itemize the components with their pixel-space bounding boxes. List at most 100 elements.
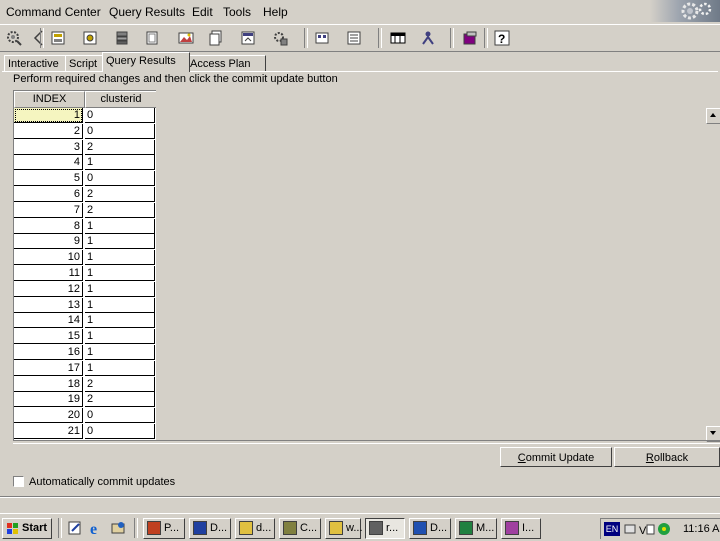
cell-index[interactable]: 10 (14, 250, 83, 266)
tab-query-results[interactable]: Query Results (102, 52, 190, 72)
cell-index[interactable]: 11 (14, 266, 83, 281)
speaker-icon[interactable] (657, 522, 671, 536)
taskbar-button[interactable]: D... (189, 518, 231, 539)
taskbar-button[interactable]: D... (409, 518, 451, 539)
cell-index[interactable]: 19 (14, 392, 83, 408)
cell-clusterid[interactable]: 0 (85, 408, 155, 424)
table-row[interactable]: 12 1 (14, 281, 156, 298)
cell-index[interactable]: 17 (14, 360, 83, 376)
cell-clusterid[interactable]: 2 (85, 392, 155, 408)
cell-clusterid[interactable]: 2 (85, 187, 155, 202)
cell-clusterid[interactable]: 1 (85, 281, 155, 297)
cell-clusterid[interactable]: 1 (85, 329, 155, 345)
taskbar-button[interactable]: r... (365, 518, 405, 539)
dev-center-icon[interactable] (206, 28, 226, 48)
menu-help[interactable]: Help (263, 5, 288, 19)
cell-clusterid[interactable]: 1 (85, 360, 155, 376)
edit-quicklaunch-icon[interactable] (67, 520, 83, 536)
table-row[interactable]: 17 1 (14, 360, 156, 377)
table-row[interactable]: 10 1 (14, 250, 156, 266)
table-row[interactable]: 20 (14, 123, 156, 140)
cell-index[interactable]: 16 (14, 345, 83, 360)
column-header-clusterid[interactable]: clusterid (85, 91, 156, 108)
taskbar-button[interactable]: I... (501, 518, 541, 539)
taskbar-button[interactable]: P... (143, 518, 185, 539)
command-center-icon[interactable] (48, 28, 68, 48)
column-header-index[interactable]: INDEX (14, 91, 85, 108)
taskbar-button[interactable]: M... (455, 518, 497, 539)
network-icon[interactable] (623, 522, 637, 536)
table-row[interactable]: 15 1 (14, 329, 156, 345)
table-row[interactable]: 81 (14, 218, 156, 235)
taskbar-clock[interactable]: 11:16 AM (683, 523, 720, 535)
cell-clusterid[interactable]: 1 (85, 297, 155, 313)
replication-center-icon[interactable] (344, 28, 364, 48)
back-arrow-icon[interactable] (28, 28, 48, 48)
table-row[interactable]: 14 1 (14, 313, 156, 329)
cell-clusterid[interactable]: 1 (85, 218, 155, 234)
help-icon[interactable]: ? (492, 28, 512, 48)
satellite-admin-icon[interactable] (388, 28, 408, 48)
internet-explorer-icon[interactable]: e (89, 520, 105, 538)
table-row[interactable]: 72 (14, 202, 156, 219)
table-row[interactable]: 18 2 (14, 376, 156, 393)
table-row[interactable]: 21 0 (14, 424, 156, 440)
cell-index[interactable]: 9 (14, 234, 83, 250)
cell-clusterid[interactable]: 0 (85, 171, 155, 187)
script-center-icon[interactable] (80, 28, 100, 48)
commit-update-button[interactable]: Commit Update (500, 447, 612, 467)
cell-clusterid[interactable]: 1 (85, 345, 155, 360)
taskbar-button[interactable]: w... (325, 518, 363, 539)
cell-index[interactable]: 7 (14, 202, 83, 218)
table-row[interactable]: 16 1 (14, 345, 156, 361)
table-row[interactable]: 50 (14, 171, 156, 187)
contacts-icon[interactable] (418, 28, 438, 48)
tab-access-plan[interactable]: Access Plan (186, 55, 266, 72)
license-center-icon[interactable] (176, 28, 196, 48)
rollback-button[interactable]: Rollback (614, 447, 720, 467)
cell-clusterid[interactable]: 1 (85, 155, 155, 171)
taskbar-button[interactable]: C... (279, 518, 321, 539)
tab-interactive[interactable]: Interactive (4, 55, 68, 72)
cell-clusterid[interactable]: 0 (85, 123, 155, 139)
cell-index[interactable]: 15 (14, 329, 83, 345)
help-book-icon[interactable] (460, 28, 480, 48)
results-grid[interactable]: INDEX clusterid 1 0 2 0 3 2 4 1 5 0 6 2 7 2 8 1 9 1 10 1 11 1… (13, 90, 156, 441)
cell-clusterid[interactable]: 0 (85, 108, 155, 123)
menu-tools[interactable]: Tools (223, 5, 251, 19)
volume-tray-icon[interactable]: V (639, 522, 655, 536)
cell-index[interactable]: 1 (14, 108, 83, 123)
task-center-icon[interactable] (270, 28, 290, 48)
cell-index[interactable]: 6 (14, 187, 83, 202)
cell-index[interactable]: 14 (14, 313, 83, 329)
autocommit-checkbox[interactable] (13, 476, 24, 487)
scroll-up-button[interactable] (706, 108, 720, 124)
cell-clusterid[interactable]: 1 (85, 313, 155, 329)
cell-clusterid[interactable]: 2 (85, 139, 155, 155)
table-row[interactable]: 62 (14, 187, 156, 203)
language-indicator[interactable]: EN (604, 522, 620, 536)
menu-query-results[interactable]: Query Results (109, 5, 185, 19)
alert-center-icon[interactable] (142, 28, 162, 48)
tab-script[interactable]: Script (65, 55, 106, 72)
cell-clusterid[interactable]: 1 (85, 234, 155, 250)
table-row[interactable]: 10 (14, 108, 156, 124)
tools-settings-icon[interactable] (238, 28, 258, 48)
cell-clusterid[interactable]: 1 (85, 250, 155, 266)
table-row[interactable]: 41 (14, 155, 156, 171)
outlook-quicklaunch-icon[interactable] (110, 520, 126, 536)
table-row[interactable]: 13 1 (14, 297, 156, 314)
cell-index[interactable]: 12 (14, 281, 83, 297)
cell-clusterid[interactable]: 0 (85, 424, 155, 439)
menu-edit[interactable]: Edit (192, 5, 213, 19)
cell-index[interactable]: 2 (14, 123, 83, 139)
table-row[interactable]: 32 (14, 139, 156, 156)
menu-command-center[interactable]: Command Center (6, 5, 101, 19)
cell-index[interactable]: 5 (14, 171, 83, 187)
cell-index[interactable]: 8 (14, 218, 83, 234)
cell-clusterid[interactable]: 1 (85, 266, 155, 281)
cell-index[interactable]: 18 (14, 376, 83, 392)
cell-index[interactable]: 13 (14, 297, 83, 313)
taskbar-button[interactable]: d... (235, 518, 275, 539)
cell-index[interactable]: 20 (14, 408, 83, 424)
